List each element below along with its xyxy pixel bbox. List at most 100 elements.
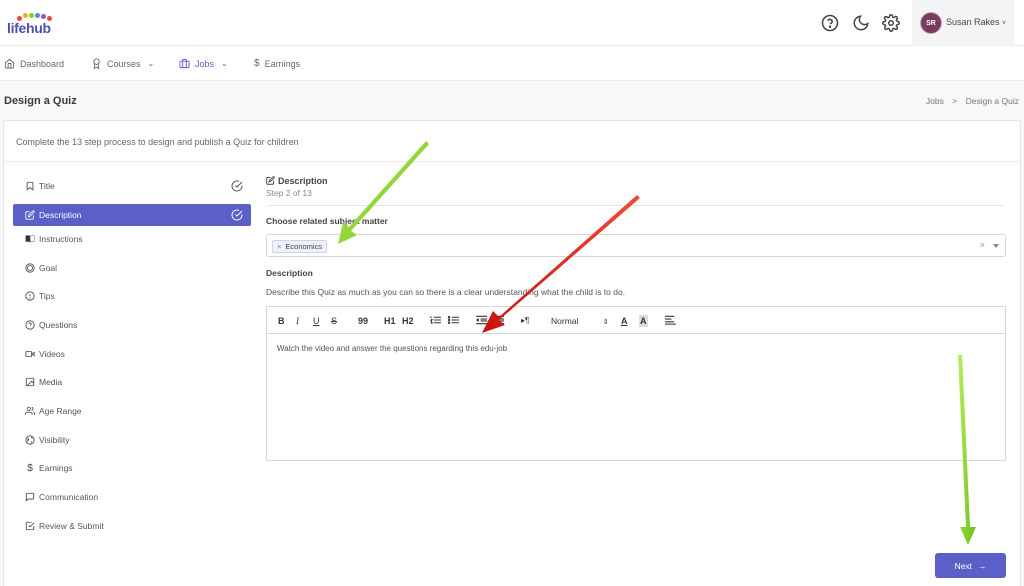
description-hint: Describe this Quiz as much as you can so…: [266, 287, 626, 297]
caret-down-icon[interactable]: [993, 244, 999, 248]
step-goal[interactable]: Goal: [13, 257, 251, 279]
users-icon: [25, 406, 35, 416]
main-nav: Dashboard Courses ⌄ Jobs ⌄ $ Earnings: [0, 46, 1024, 81]
step-description[interactable]: Description: [13, 204, 251, 226]
chevron-down-icon: ⌄: [221, 59, 228, 68]
indent-icon[interactable]: [493, 315, 504, 327]
nav-earnings[interactable]: $ Earnings: [254, 58, 300, 69]
step-title[interactable]: Title: [13, 175, 251, 197]
chevron-down-icon: ˅: [1002, 20, 1007, 27]
nav-courses[interactable]: Courses ⌄: [91, 58, 154, 69]
chevron-down-icon: ⌄: [147, 59, 155, 68]
ordered-list-icon[interactable]: [429, 315, 441, 327]
breadcrumb-separator: >: [952, 96, 958, 106]
moon-icon[interactable]: [852, 14, 870, 32]
nav-label: Dashboard: [20, 58, 65, 69]
step-media[interactable]: Media: [13, 371, 251, 393]
lifehub-logo[interactable]: lifehub: [7, 13, 55, 36]
next-button[interactable]: Next →: [935, 553, 1006, 578]
subject-tag-label: Economics: [285, 242, 323, 251]
description-label: Description: [266, 268, 313, 278]
step-label: Age Range: [39, 406, 82, 416]
step-instructions[interactable]: Instructions: [13, 228, 251, 250]
alert-circle-icon: [25, 291, 35, 301]
check-square-icon: [25, 521, 35, 531]
step-label: Questions: [39, 320, 78, 330]
message-icon: [25, 492, 35, 502]
briefcase-icon: [179, 58, 190, 69]
format-select[interactable]: Normal ⇕: [551, 315, 609, 327]
step-label: Earnings: [39, 463, 73, 473]
clear-icon[interactable]: ×: [980, 240, 985, 250]
step-label: Review & Submit: [39, 521, 104, 531]
step-visibility[interactable]: Visibility: [13, 429, 251, 451]
dollar-icon: $: [254, 58, 260, 69]
avatar[interactable]: SR: [920, 12, 942, 34]
step-label: Instructions: [39, 234, 83, 244]
step-counter: Step 2 of 13: [266, 188, 312, 198]
format-select-value: Normal: [551, 316, 579, 326]
arrow-right-icon: →: [977, 560, 987, 571]
step-videos[interactable]: Videos: [13, 343, 251, 365]
logo-text: lifehub: [7, 20, 51, 36]
wizard-intro: Complete the 13 step process to design a…: [16, 137, 299, 147]
highlight-icon[interactable]: A: [639, 315, 648, 327]
h2-button[interactable]: H2: [402, 315, 414, 327]
outdent-icon[interactable]: [476, 315, 487, 327]
step-review-submit[interactable]: Review & Submit: [13, 515, 251, 537]
edit-icon: [25, 210, 35, 220]
underline-button[interactable]: U: [313, 315, 320, 327]
breadcrumb: Jobs > Design a Quiz: [926, 96, 1019, 106]
step-label: Visibility: [39, 435, 70, 445]
card-header: Complete the 13 step process to design a…: [4, 121, 1020, 162]
subject-tag: × Economics: [272, 240, 328, 253]
bullet-list-icon[interactable]: [447, 315, 459, 327]
font-color-icon[interactable]: A: [621, 315, 628, 327]
breadcrumb-link-jobs[interactable]: Jobs: [926, 96, 944, 106]
section-title: Description: [278, 176, 328, 186]
step-tips[interactable]: Tips: [13, 285, 251, 307]
image-icon: [25, 377, 35, 387]
step-label: Goal: [39, 263, 57, 273]
page-title: Design a Quiz: [4, 95, 77, 107]
rtl-button[interactable]: ▸¶: [521, 315, 529, 327]
tag-remove-icon[interactable]: ×: [277, 242, 281, 251]
nav-jobs[interactable]: Jobs ⌄: [179, 58, 228, 69]
strike-button[interactable]: S: [331, 315, 337, 327]
nav-label: Jobs: [195, 58, 215, 69]
bold-button[interactable]: B: [278, 315, 285, 327]
step-label: Videos: [39, 349, 65, 359]
step-questions[interactable]: Questions: [13, 314, 251, 336]
step-communication[interactable]: Communication: [13, 486, 251, 508]
step-label: Tips: [39, 291, 55, 301]
editor-content[interactable]: Watch the video and answer the questions…: [277, 344, 507, 353]
step-age-range[interactable]: Age Range: [13, 400, 251, 422]
edit-icon: [266, 176, 275, 187]
help-icon[interactable]: [821, 14, 839, 32]
globe-icon: [25, 435, 35, 445]
italic-button[interactable]: I: [296, 315, 299, 327]
video-icon: [25, 349, 35, 359]
book-icon: [25, 234, 35, 244]
step-earnings[interactable]: $ Earnings: [13, 457, 251, 479]
user-name[interactable]: Susan Rakes ˅: [946, 17, 1006, 27]
home-icon: [4, 58, 15, 69]
subject-label: Choose related subject matter: [266, 216, 388, 226]
h1-button[interactable]: H1: [384, 315, 396, 327]
updown-icon: ⇕: [602, 319, 609, 326]
target-icon: [25, 263, 35, 273]
check-circle-icon: [231, 209, 243, 221]
step-label: Title: [39, 181, 55, 191]
step-label: Media: [39, 377, 63, 387]
nav-label: Earnings: [264, 58, 301, 69]
quote-button[interactable]: 99: [358, 315, 368, 327]
bookmark-icon: [25, 181, 35, 191]
step-label: Communication: [39, 492, 99, 502]
nav-dashboard[interactable]: Dashboard: [4, 58, 64, 69]
align-icon[interactable]: [665, 315, 676, 327]
rich-text-editor[interactable]: B I U S 99 H1 H2 ▸¶ Normal ⇕ A A Watch t…: [266, 306, 1006, 461]
next-label: Next: [954, 560, 972, 571]
dollar-icon: $: [27, 462, 33, 474]
subject-select[interactable]: × Economics ×: [266, 234, 1006, 257]
gear-icon[interactable]: [882, 14, 900, 32]
